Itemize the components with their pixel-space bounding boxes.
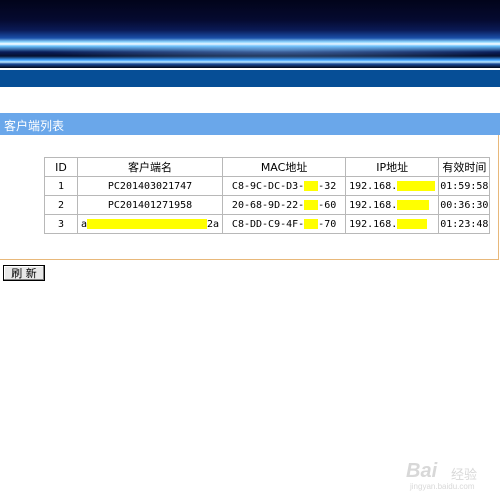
header-ip: IP地址 [345, 157, 440, 177]
table-header-row: ID 客户端名 MAC地址 IP地址 有效时间 [44, 157, 491, 177]
cell-ip: 192.168. [345, 195, 440, 215]
watermark-jingyan: 经验 [451, 468, 478, 483]
header-glow [0, 36, 500, 64]
cell-lease-time: 01:23:48 [438, 214, 491, 234]
cell-ip: 192.168. [345, 214, 440, 234]
header-id: ID [44, 157, 78, 177]
mac-suffix: -60 [318, 199, 337, 211]
ip-prefix: 192.168. [349, 180, 398, 192]
mac-suffix: -32 [318, 180, 337, 192]
table-row: 1 PC201403021747 C8-9C-DC-D3- -32 192.168… [44, 176, 491, 196]
mac-suffix: -70 [318, 218, 337, 230]
panel-title-bar: 客户端列表 [0, 113, 500, 135]
redaction-mark [304, 199, 319, 210]
ip-prefix: 192.168. [349, 218, 398, 230]
mac-prefix: 20-68-9D-22- [231, 199, 305, 211]
refresh-button[interactable]: 刷 新 [3, 265, 45, 281]
mac-prefix: C8-DD-C9-4F- [231, 218, 305, 230]
table-row: 3 a 2a C8-DD-C9-4F- -70 192.168. 01:23:48 [44, 214, 491, 234]
name-suffix: 2a [207, 218, 220, 230]
panel-title: 客户端列表 [4, 119, 65, 133]
header-lease-time: 有效时间 [438, 157, 491, 177]
table-row: 2 PC201401271958 20-68-9D-22- -60 192.168… [44, 195, 491, 215]
watermark-url: jingyan.baidu.com [410, 482, 475, 491]
cell-id: 1 [44, 176, 78, 196]
cell-ip: 192.168. [345, 176, 440, 196]
cell-id: 3 [44, 214, 78, 234]
ip-prefix: 192.168. [349, 199, 398, 211]
cell-client-name: PC201403021747 [76, 176, 224, 196]
redaction-mark [304, 218, 319, 229]
baidu-jingyan-watermark: Bai 经验 jingyan.baidu.com [396, 452, 496, 492]
cell-lease-time: 00:36:30 [438, 195, 491, 215]
top-blue-bar [0, 70, 500, 87]
watermark-brand: Bai [406, 460, 438, 482]
cell-mac: 20-68-9D-22- -60 [222, 195, 347, 215]
cell-mac: C8-DD-C9-4F- -70 [222, 214, 347, 234]
header-mac: MAC地址 [222, 157, 347, 177]
redaction-mark [397, 180, 436, 191]
cell-id: 2 [44, 195, 78, 215]
redaction-mark [87, 218, 208, 229]
cell-client-name: a 2a [76, 214, 224, 234]
redaction-mark [397, 218, 428, 229]
header-client-name: 客户端名 [76, 157, 224, 177]
cell-client-name: PC201401271958 [76, 195, 224, 215]
cell-lease-time: 01:59:58 [438, 176, 491, 196]
cell-mac: C8-9C-DC-D3- -32 [222, 176, 347, 196]
redaction-mark [304, 180, 319, 191]
redaction-mark [397, 199, 430, 210]
client-table: ID 客户端名 MAC地址 IP地址 有效时间 1 PC201403021747… [44, 157, 491, 234]
mac-prefix: C8-9C-DC-D3- [231, 180, 305, 192]
